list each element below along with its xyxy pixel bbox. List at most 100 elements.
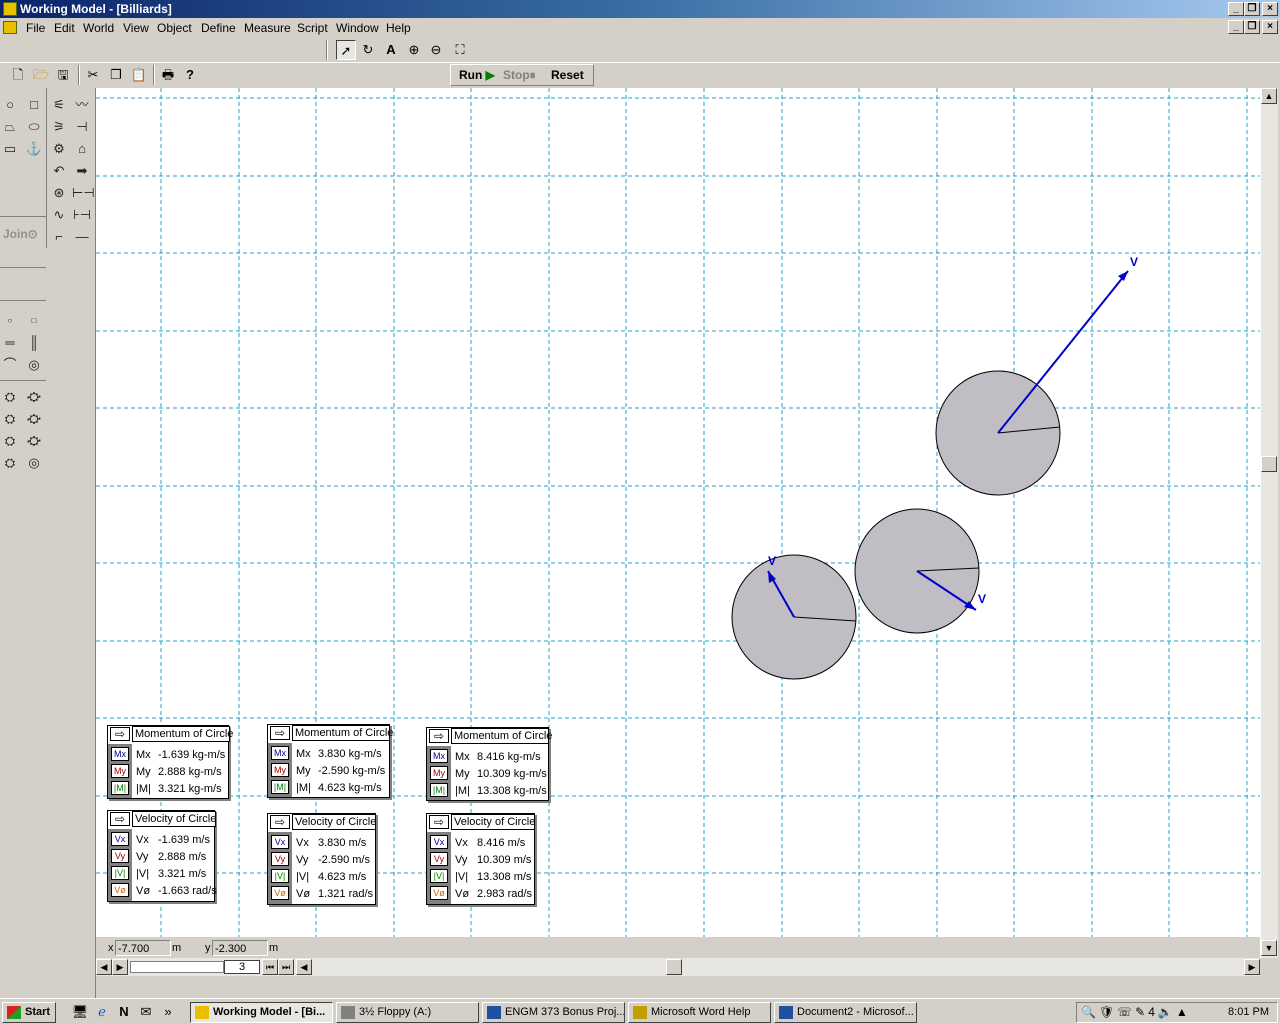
v-angular-tag[interactable]: Vø xyxy=(271,886,289,900)
y-coord-field[interactable]: -2.300 xyxy=(212,940,268,956)
motor-joint-tool-icon[interactable]: ⛮ xyxy=(24,432,44,450)
menu-define[interactable]: Define xyxy=(201,21,236,35)
step-forward-icon[interactable]: ⏭ xyxy=(278,959,294,975)
paste-icon[interactable]: 📋 xyxy=(129,65,149,85)
motor-tool-icon[interactable]: ⊛ xyxy=(49,184,69,202)
menu-world[interactable]: World xyxy=(83,21,114,35)
menu-measure[interactable]: Measure xyxy=(244,21,291,35)
open-folder-icon[interactable]: 🗁 xyxy=(31,65,51,85)
meter-arrow-icon[interactable]: ⇨ xyxy=(429,815,449,829)
simulation-canvas[interactable]: V V V ⇨ Momentum of Circle Mx My |M| Mx -… xyxy=(96,88,1260,937)
vy-tag[interactable]: Vy xyxy=(111,849,129,863)
scroll-up-icon[interactable]: ▲ xyxy=(1261,88,1277,104)
billiard-ball-1[interactable]: V xyxy=(935,255,1138,496)
gear-tool-icon[interactable]: ⚙ xyxy=(49,140,69,158)
minimize-button[interactable]: _ xyxy=(1228,2,1244,16)
momentum-meter-2[interactable]: ⇨ Momentum of Circle Mx My |M| Mx 3.830 k… xyxy=(267,724,393,798)
stop-button[interactable]: Stop⏸ xyxy=(503,68,536,83)
frame-counter[interactable]: 3 xyxy=(224,960,260,974)
run-button[interactable]: Run ▶ xyxy=(459,68,495,82)
keyed-slot-tool-icon[interactable]: ⌐ xyxy=(49,228,69,246)
square-point-tool-icon[interactable]: □ xyxy=(24,312,44,330)
text-tool-icon[interactable]: A xyxy=(381,40,401,60)
task-working-model[interactable]: Working Model - [Bi... xyxy=(190,1002,333,1023)
vertical-scrollbar[interactable]: ▲ ▼ xyxy=(1260,88,1278,958)
outlook-icon[interactable]: ✉ xyxy=(136,1002,156,1022)
task-document2[interactable]: Document2 - Microsof... xyxy=(774,1002,917,1023)
zoom-out-icon[interactable]: ⊖ xyxy=(426,40,446,60)
rotate-icon[interactable]: ↻ xyxy=(358,40,378,60)
velocity-meter-2[interactable]: ⇨ Velocity of Circle Vx Vy |V| Vø Vx 3.83… xyxy=(267,813,376,905)
v-magnitude-tag[interactable]: |V| xyxy=(111,866,129,880)
slot-joint-tool-icon[interactable]: ⛭ xyxy=(0,410,20,428)
meter-arrow-icon[interactable]: ⇨ xyxy=(270,815,290,829)
tape-forward-icon[interactable]: ▶ xyxy=(112,959,128,975)
spring-line-tool-icon[interactable]: 〰 xyxy=(72,96,92,114)
v-angular-tag[interactable]: Vø xyxy=(111,883,129,897)
print-icon[interactable]: 🖶 xyxy=(158,65,178,85)
my-tag[interactable]: My xyxy=(271,763,289,777)
step-back-icon[interactable]: ⏮ xyxy=(262,959,278,975)
vy-tag[interactable]: Vy xyxy=(430,852,448,866)
vx-tag[interactable]: Vx xyxy=(271,835,289,849)
menu-file[interactable]: File xyxy=(26,21,45,35)
damper-line-tool-icon[interactable]: ⊣ xyxy=(72,118,92,136)
torque-tool-icon[interactable]: ↶ xyxy=(49,162,69,180)
circle-joint-tool-icon[interactable]: ◎ xyxy=(24,454,44,472)
curved-slot-tool-icon[interactable]: ⌒ xyxy=(0,356,20,374)
circular-slot-tool-icon[interactable]: ◎ xyxy=(24,356,44,374)
horizontal-scroll-thumb[interactable] xyxy=(666,959,682,975)
document-icon[interactable] xyxy=(3,21,17,34)
copy-icon[interactable]: ❐ xyxy=(106,65,126,85)
vy-tag[interactable]: Vy xyxy=(271,852,289,866)
vertical-slot-tool-icon[interactable]: ║ xyxy=(24,334,44,352)
rectangle-tool-icon[interactable]: ▭ xyxy=(0,140,20,158)
scene[interactable]: V V V xyxy=(96,88,1260,937)
rigid-joint-tool-icon[interactable]: ⛮ xyxy=(24,388,44,406)
task-floppy[interactable]: 3½ Floppy (A:) xyxy=(336,1002,479,1023)
pulley-tool-icon[interactable]: ⌂ xyxy=(72,140,92,158)
task-word-doc[interactable]: ENGM 373 Bonus Proj... xyxy=(482,1002,625,1023)
menu-view[interactable]: View xyxy=(123,21,149,35)
m-magnitude-tag[interactable]: |M| xyxy=(430,783,448,797)
rod-tool-icon[interactable]: — xyxy=(72,228,92,246)
app-icon[interactable] xyxy=(3,2,17,16)
menu-object[interactable]: Object xyxy=(157,21,192,35)
keyed-joint-tool-icon[interactable]: ⛮ xyxy=(24,410,44,428)
point-tool-icon[interactable]: ○ xyxy=(0,312,20,330)
scroll-right-icon[interactable]: ▶ xyxy=(1244,959,1260,975)
more-icon[interactable]: » xyxy=(158,1002,178,1022)
netscape-icon[interactable]: N xyxy=(114,1002,134,1022)
mx-tag[interactable]: Mx xyxy=(271,746,289,760)
velocity-meter-3[interactable]: ⇨ Velocity of Circle Vx Vy |V| Vø Vx 8.41… xyxy=(426,813,535,905)
v-angular-tag[interactable]: Vø xyxy=(430,886,448,900)
doc-restore-button[interactable]: ❐ xyxy=(1244,20,1260,34)
vx-tag[interactable]: Vx xyxy=(430,835,448,849)
menu-script[interactable]: Script xyxy=(297,21,328,35)
desktop-icon[interactable]: 🖥 xyxy=(70,1002,90,1022)
scroll-down-icon[interactable]: ▼ xyxy=(1261,940,1277,956)
save-icon[interactable]: 🖫 xyxy=(53,65,73,85)
my-tag[interactable]: My xyxy=(430,766,448,780)
m-magnitude-tag[interactable]: |M| xyxy=(111,781,129,795)
internet-explorer-icon[interactable]: ℯ xyxy=(92,1002,112,1022)
clock[interactable]: 8:01 PM xyxy=(1228,1006,1269,1018)
my-tag[interactable]: My xyxy=(111,764,129,778)
m-magnitude-tag[interactable]: |M| xyxy=(271,780,289,794)
vx-tag[interactable]: Vx xyxy=(111,832,129,846)
doc-minimize-button[interactable]: _ xyxy=(1228,20,1244,34)
mx-tag[interactable]: Mx xyxy=(430,749,448,763)
v-magnitude-tag[interactable]: |V| xyxy=(430,869,448,883)
billiard-ball-3[interactable]: V xyxy=(731,554,857,680)
meter-arrow-icon[interactable]: ⇨ xyxy=(110,812,130,826)
zoom-in-icon[interactable]: ⊕ xyxy=(404,40,424,60)
track-joint-tool-icon[interactable]: ⛭ xyxy=(0,454,20,472)
meter-arrow-icon[interactable]: ⇨ xyxy=(110,727,130,741)
circle-tool-icon[interactable]: ○ xyxy=(0,96,20,114)
tray-icons[interactable]: 🔍🛡☏✎4🔈▲ xyxy=(1081,1005,1191,1019)
ball-1-velocity-vector[interactable] xyxy=(997,270,1129,434)
menu-window[interactable]: Window xyxy=(336,21,379,35)
curved-body-tool-icon[interactable]: ⬭ xyxy=(24,118,44,136)
v-magnitude-tag[interactable]: |V| xyxy=(271,869,289,883)
horizontal-slot-tool-icon[interactable]: ═ xyxy=(0,334,20,352)
